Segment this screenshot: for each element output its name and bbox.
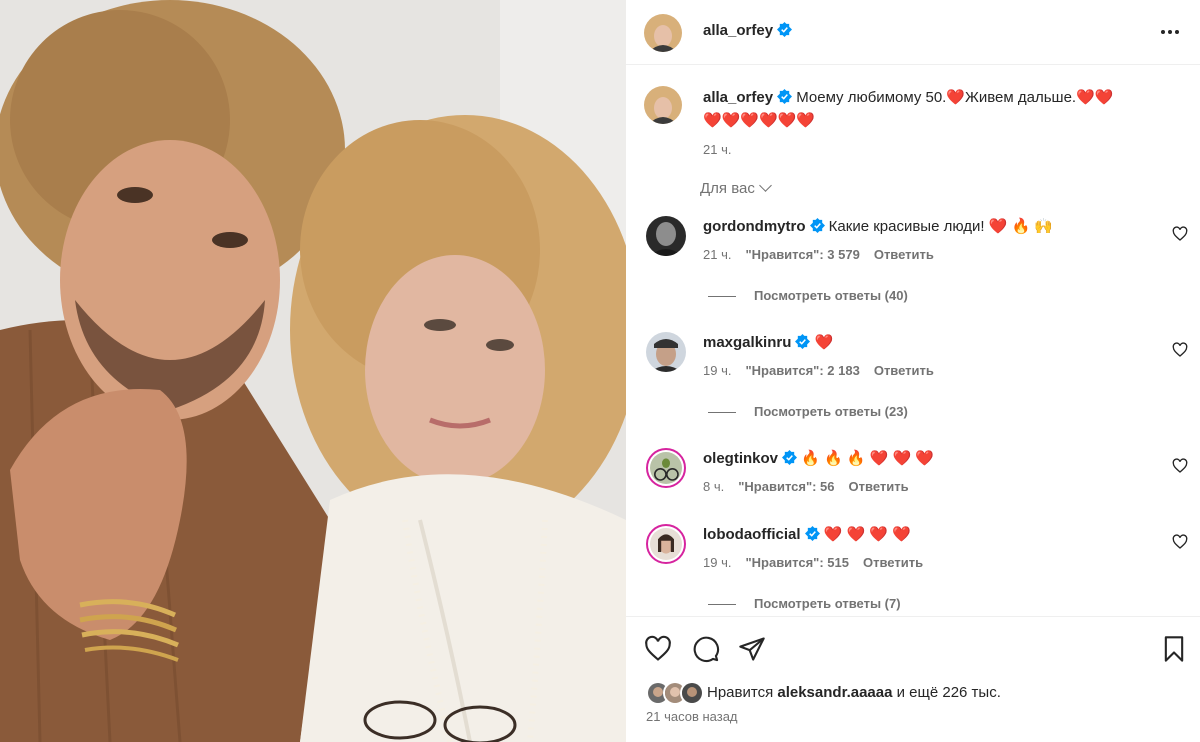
- commenter-username[interactable]: maxgalkinru: [703, 334, 791, 351]
- caption-text-1: Моему любимому 50.: [796, 89, 947, 106]
- heart-emoji-icon: ❤️: [946, 89, 966, 106]
- liked-by-prefix: Нравится: [707, 684, 778, 701]
- liked-by-user[interactable]: aleksandr.aaaaa: [777, 684, 892, 701]
- post-actions: Нравится aleksandr.aaaaa и ещё 226 тыс. …: [626, 616, 1200, 742]
- author-avatar[interactable]: [644, 14, 682, 52]
- author-username[interactable]: alla_orfey: [703, 22, 773, 39]
- commenter-username[interactable]: olegtinkov: [703, 450, 778, 467]
- view-replies-button[interactable]: Посмотреть ответы (23): [708, 404, 908, 419]
- commenter-username[interactable]: lobodaofficial: [703, 526, 801, 543]
- comment-time[interactable]: 21 ч.: [703, 247, 731, 262]
- post-sidebar: alla_orfey alla_orfey Моему любимому 50.…: [626, 0, 1200, 742]
- view-replies-button[interactable]: Посмотреть ответы (40): [708, 288, 908, 303]
- caption-time[interactable]: 21 ч.: [703, 138, 1173, 161]
- heart-emoji-icon: ❤️❤️: [1076, 89, 1114, 106]
- liked-by-text[interactable]: Нравится aleksandr.aaaaa и ещё 226 тыс.: [707, 684, 1001, 701]
- heart-emoji-icon: ❤️❤️❤️❤️❤️❤️: [703, 112, 816, 129]
- post-header: alla_orfey: [626, 0, 1200, 65]
- reply-button[interactable]: Ответить: [863, 555, 923, 570]
- like-comment-heart-icon[interactable]: [1172, 226, 1188, 242]
- for-you-label: Для вас: [700, 180, 755, 197]
- comment-meta: 19 ч. "Нравится": 515 Ответить: [703, 555, 923, 570]
- view-replies-button[interactable]: Посмотреть ответы (7): [708, 596, 901, 611]
- comment-emoji: ❤️: [814, 334, 834, 351]
- divider: [708, 604, 736, 606]
- reply-button[interactable]: Ответить: [874, 363, 934, 378]
- commenter-username[interactable]: gordondmytro: [703, 218, 806, 235]
- verified-badge-icon: [777, 89, 793, 104]
- comment-emoji: 🔥 🔥 🔥 ❤️ ❤️ ❤️: [801, 450, 935, 467]
- caption-text-2: Живем дальше.: [965, 89, 1077, 106]
- comment-meta: 21 ч. "Нравится": 3 579 Ответить: [703, 247, 934, 262]
- divider: [708, 296, 736, 298]
- comment-likes[interactable]: "Нравится": 2 183: [745, 363, 859, 378]
- view-replies-label: Посмотреть ответы (40): [754, 288, 908, 303]
- comment-bubble-icon[interactable]: [692, 635, 720, 663]
- commenter-avatar[interactable]: [646, 332, 686, 372]
- comment-meta: 8 ч. "Нравится": 56 Ответить: [703, 479, 909, 494]
- verified-badge-icon: [804, 526, 820, 541]
- reply-button[interactable]: Ответить: [849, 479, 909, 494]
- comment-likes[interactable]: "Нравится": 3 579: [745, 247, 859, 262]
- liker-avatar: [680, 681, 704, 705]
- commenter-avatar[interactable]: [646, 524, 686, 564]
- comment-time[interactable]: 19 ч.: [703, 363, 731, 378]
- like-heart-icon[interactable]: [644, 635, 672, 663]
- comment-time[interactable]: 8 ч.: [703, 479, 724, 494]
- like-comment-heart-icon[interactable]: [1172, 458, 1188, 474]
- post-time-ago: 21 часов назад: [646, 709, 738, 724]
- verified-badge-icon: [809, 218, 825, 233]
- view-replies-label: Посмотреть ответы (23): [754, 404, 908, 419]
- post-photo[interactable]: [0, 0, 626, 742]
- chevron-down-icon: [758, 179, 772, 192]
- verified-badge-icon: [795, 334, 811, 349]
- comment-time[interactable]: 19 ч.: [703, 555, 731, 570]
- more-options-icon[interactable]: [1158, 22, 1182, 42]
- like-comment-heart-icon[interactable]: [1172, 534, 1188, 550]
- bookmark-icon[interactable]: [1160, 635, 1188, 663]
- comment-emoji: ❤️ ❤️ ❤️ ❤️: [823, 526, 911, 543]
- verified-badge-icon: [782, 450, 798, 465]
- comments-section[interactable]: alla_orfey Моему любимому 50.❤️Живем дал…: [626, 66, 1200, 616]
- post-photo-image: [0, 0, 626, 742]
- comment-emoji: ❤️ 🔥 🙌: [988, 218, 1054, 235]
- commenter-avatar[interactable]: [646, 448, 686, 488]
- comment-likes[interactable]: "Нравится": 56: [738, 479, 834, 494]
- comment-meta: 19 ч. "Нравится": 2 183 Ответить: [703, 363, 934, 378]
- view-replies-label: Посмотреть ответы (7): [754, 596, 901, 611]
- like-comment-heart-icon[interactable]: [1172, 342, 1188, 358]
- caption-username[interactable]: alla_orfey: [703, 89, 773, 106]
- divider: [708, 412, 736, 414]
- liked-by-avatars[interactable]: [646, 681, 704, 705]
- liked-by-suffix[interactable]: и ещё 226 тыс.: [892, 684, 1001, 701]
- comment-text: Какие красивые люди!: [828, 218, 989, 235]
- post-caption: alla_orfey Моему любимому 50.❤️Живем дал…: [703, 86, 1173, 161]
- reply-button[interactable]: Ответить: [874, 247, 934, 262]
- commenter-avatar[interactable]: [646, 216, 686, 256]
- share-send-icon[interactable]: [738, 635, 766, 663]
- verified-badge-icon: [777, 22, 793, 37]
- for-you-filter[interactable]: Для вас: [700, 179, 772, 197]
- caption-avatar[interactable]: [644, 86, 682, 124]
- comment-likes[interactable]: "Нравится": 515: [745, 555, 849, 570]
